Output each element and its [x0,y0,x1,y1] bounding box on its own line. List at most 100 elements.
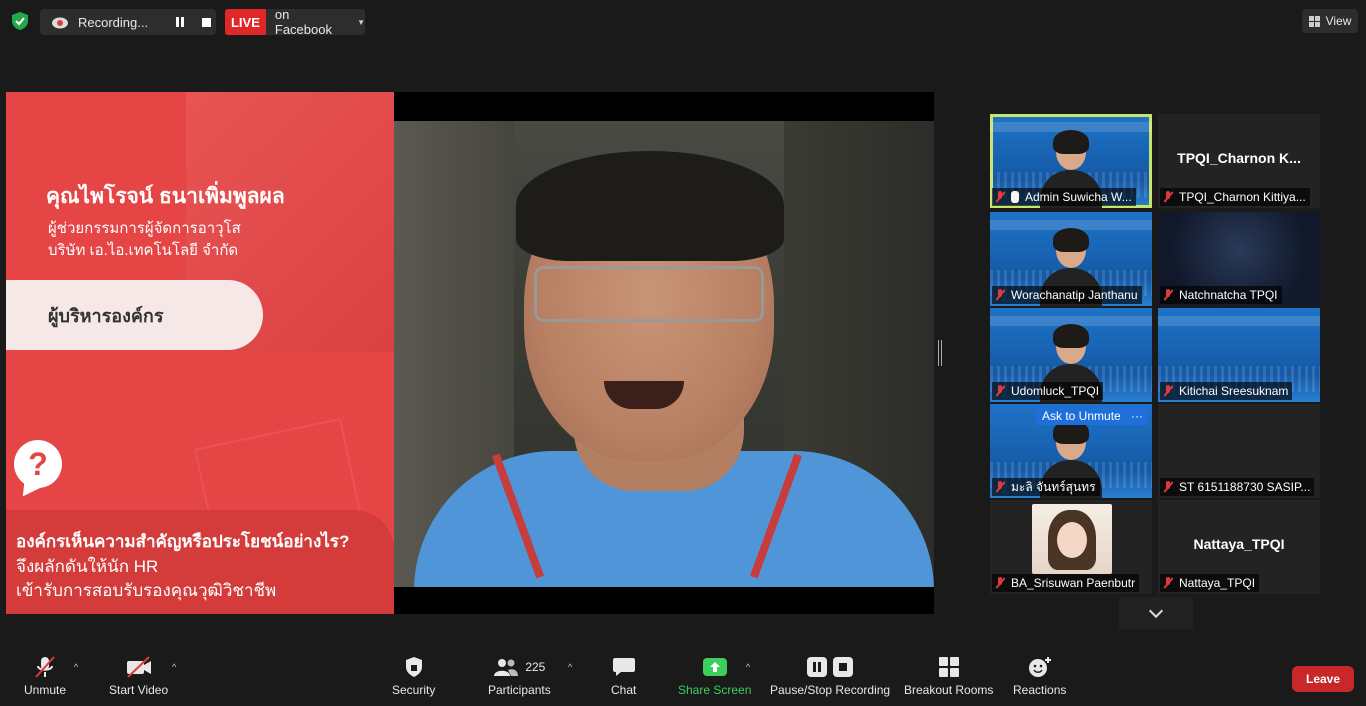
participant-name-label: Natchnatcha TPQI [1160,286,1282,304]
active-speaker-stage: คุณไพโรจน์ ธนาเพิ่มพูลผล ผู้ช่วยกรรมการผ… [6,92,934,614]
participant-gallery: Admin Suwicha W... TPQI_Charnon K... TPQ… [990,114,1322,594]
audio-options-caret-icon[interactable]: ^ [74,662,78,672]
unmute-button[interactable]: Unmute [24,654,66,697]
participant-name: Nattaya_TPQI [1179,576,1256,590]
slide-category-text: ผู้บริหารองค์กร [48,305,164,326]
chat-label: Chat [611,683,637,697]
chevron-down-icon [1148,603,1164,618]
meeting-top-bar: Recording... LIVE on Facebook ▼ View [0,0,1366,44]
video-off-icon [126,656,151,678]
participants-count: 225 [525,660,546,674]
participant-tile[interactable]: Udomluck_TPQI [990,308,1152,402]
participant-name: Admin Suwicha W... [1025,190,1132,204]
participant-tile[interactable]: Kitichai Sreesuknam [1158,308,1320,402]
chevron-down-icon: ▼ [357,17,365,27]
participants-options-caret-icon[interactable]: ^ [568,662,572,672]
participant-center-name: Nattaya_TPQI [1193,536,1285,552]
breakout-rooms-icon [938,657,959,677]
participant-name-label: Udomluck_TPQI [992,382,1104,400]
slide-question-line: องค์กรเห็นความสำคัญหรือประโยชน์อย่างไร? [16,532,350,551]
participant-name: Kitichai Sreesuknam [1179,384,1289,398]
participant-name: Natchnatcha TPQI [1179,288,1278,302]
participant-name-label: ST 6151188730 SASIP... [1160,478,1315,496]
participant-name-label: Nattaya_TPQI [1160,574,1260,592]
start-video-label: Start Video [109,683,169,697]
chat-bubble-icon [612,658,635,676]
participant-profile-picture [1032,504,1112,574]
leave-meeting-button[interactable]: Leave [1292,666,1354,692]
security-label: Security [392,683,436,697]
slide-speaker-position: ผู้ช่วยกรรมการผู้จัดการอาวุโส [48,220,241,237]
muted-mic-icon [995,385,1005,397]
participant-tile[interactable]: Admin Suwicha W... [990,114,1152,208]
participant-tile[interactable]: BA_Srisuwan Paenbutr [990,500,1152,594]
muted-mic-icon [995,577,1005,589]
stop-recording-icon [833,657,854,677]
speaker-glasses [534,266,764,322]
live-stream-dropdown[interactable]: LIVE on Facebook ▼ [225,9,365,35]
shared-slide: คุณไพโรจน์ ธนาเพิ่มพูลผล ผู้ช่วยกรรมการผ… [6,92,394,614]
share-screen-button[interactable]: Share Screen [678,654,751,697]
gallery-scroll-down-button[interactable] [1119,597,1193,629]
pause-recording-icon[interactable] [176,17,186,27]
participants-button[interactable]: 225 Participants [488,654,551,697]
participant-name-label: BA_Srisuwan Paenbutr [992,574,1140,592]
question-bubble-icon: ? [14,440,62,488]
muted-mic-icon [1163,577,1173,589]
muted-microphone-icon [35,656,55,678]
participant-name: Worachanatip Janthanu [1011,288,1138,302]
participant-tile[interactable]: Nattaya_TPQI Nattaya_TPQI [1158,500,1320,594]
speaker-video [394,121,934,587]
recording-status-text: Recording... [78,14,149,30]
breakout-rooms-label: Breakout Rooms [904,683,994,697]
participant-name: Udomluck_TPQI [1011,384,1100,398]
pause-stop-recording-label: Pause/Stop Recording [770,683,891,697]
participant-tile[interactable]: Natchnatcha TPQI [1158,212,1320,306]
muted-mic-icon [995,289,1005,301]
participant-name: ST 6151188730 SASIP... [1179,480,1311,494]
participant-name-label: มะลิ จันทร์สุนทร [992,478,1100,496]
meeting-toolbar: Unmute ^ Start Video ^ Security 225 Part… [0,642,1366,706]
recording-indicator: Recording... [40,9,216,35]
security-button[interactable]: Security [392,654,435,697]
pause-stop-recording-button[interactable]: Pause/Stop Recording [770,654,890,697]
reactions-emoji-icon [1028,657,1051,677]
participant-tile[interactable]: ST 6151188730 SASIP... [1158,404,1320,498]
unmute-label: Unmute [24,683,67,697]
raised-hand-icon [1011,191,1019,203]
cloud-recording-icon [52,17,68,29]
muted-mic-icon [1163,385,1173,397]
slide-category-pill: ผู้บริหารองค์กร [6,280,263,350]
background-banner [1158,316,1320,326]
reactions-label: Reactions [1013,683,1067,697]
participant-name-label: Worachanatip Janthanu [992,286,1142,304]
reactions-button[interactable]: Reactions [1013,654,1066,697]
view-button[interactable]: View [1302,9,1358,33]
participant-center-name: TPQI_Charnon K... [1177,150,1301,166]
participant-name: BA_Srisuwan Paenbutr [1011,576,1136,590]
participant-name-label: TPQI_Charnon Kittiya... [1160,188,1310,206]
start-video-button[interactable]: Start Video [109,654,168,697]
slide-question-line: จึงผลักดันให้นัก HR [16,557,159,576]
split-view-drag-handle[interactable] [938,340,942,366]
more-options-button[interactable]: ··· [1126,407,1148,425]
share-options-caret-icon[interactable]: ^ [746,662,750,672]
encryption-shield-icon[interactable] [10,11,30,31]
participant-name: มะลิ จันทร์สุนทร [1011,479,1096,494]
stop-recording-icon[interactable] [202,17,211,27]
live-badge: LIVE [225,9,266,35]
participants-label: Participants [488,683,551,697]
participant-name: TPQI_Charnon Kittiya... [1179,190,1306,204]
breakout-rooms-button[interactable]: Breakout Rooms [904,654,993,697]
ask-to-unmute-button[interactable]: Ask to Unmute [1036,407,1127,425]
muted-mic-icon [995,481,1005,493]
participant-name-label: Admin Suwicha W... [992,188,1136,206]
chat-button[interactable]: Chat [611,654,636,697]
muted-mic-icon [1163,191,1173,203]
video-options-caret-icon[interactable]: ^ [172,662,176,672]
muted-mic-icon [1163,289,1173,301]
speaker-hair [516,151,784,261]
participant-tile[interactable]: Ask to Unmute ··· มะลิ จันทร์สุนทร [990,404,1152,498]
participant-tile[interactable]: Worachanatip Janthanu [990,212,1152,306]
participant-tile[interactable]: TPQI_Charnon K... TPQI_Charnon Kittiya..… [1158,114,1320,208]
